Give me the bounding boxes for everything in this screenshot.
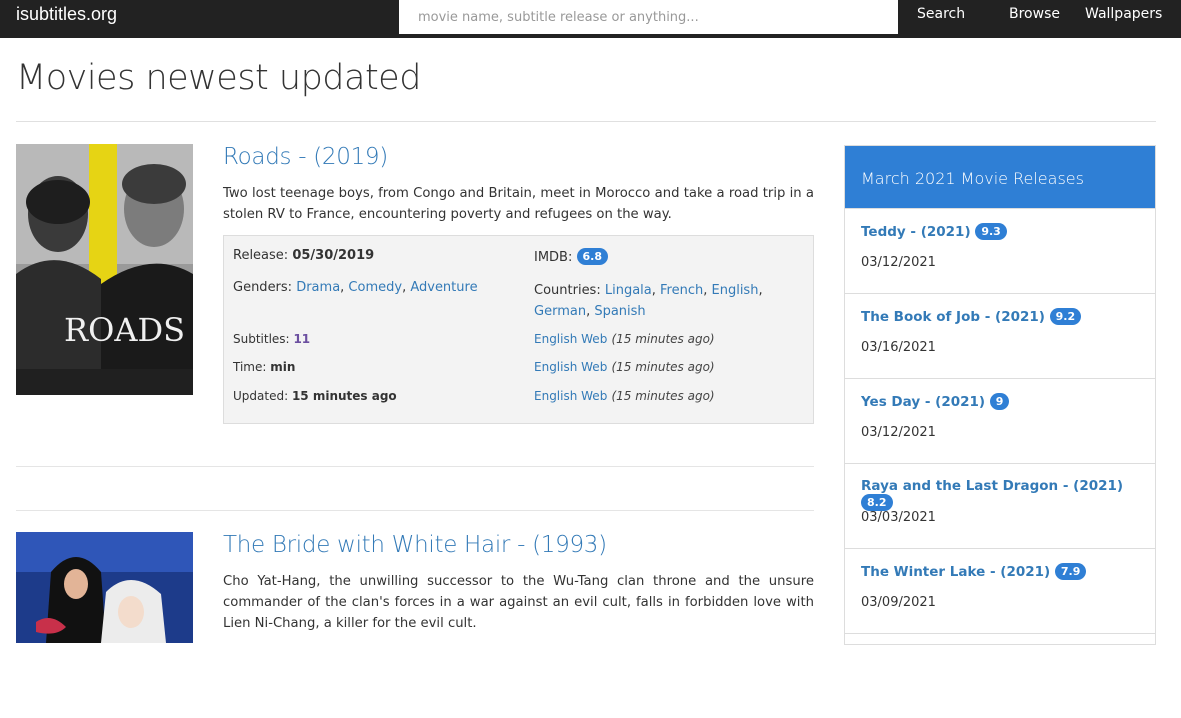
release-date: 03/03/2021 <box>861 510 936 525</box>
rating-badge: 9.2 <box>1049 308 1082 325</box>
site-logo-link[interactable]: isubtitles.org <box>16 4 117 25</box>
movie-description: Cho Yat-Hang, the unwilling successor to… <box>223 574 814 631</box>
releases-sidebar: March 2021 Movie Releases Teddy - (2021)… <box>844 145 1156 645</box>
rating-badge: 9.3 <box>975 223 1007 240</box>
release-item: The Book of Job - (2021) 9.2 03/16/2021 <box>845 293 1155 378</box>
poster-title-text: ROADS <box>64 311 185 349</box>
movie-description: Two lost teenage boys, from Congo and Br… <box>223 186 814 222</box>
subtitle-link-row: English Web (15 minutes ago) <box>534 332 715 347</box>
nav-browse[interactable]: Browse <box>1009 6 1060 22</box>
time-value: min <box>270 360 296 374</box>
release-year[interactable]: - (2021) <box>990 564 1050 580</box>
country-link-spanish[interactable]: Spanish <box>594 304 645 319</box>
countries-label: Countries: <box>534 283 601 298</box>
release-title-link[interactable]: Yes Day <box>861 394 920 410</box>
updated-value: 15 minutes ago <box>291 389 397 403</box>
release-date: 03/12/2021 <box>861 255 936 270</box>
rating-badge: 7.9 <box>1054 563 1087 580</box>
subtitles-row: Subtitles: 11 <box>233 332 310 346</box>
page-title: Movies newest updated <box>16 58 421 98</box>
release-year[interactable]: - (2021) <box>985 309 1045 325</box>
movie-poster-bride[interactable] <box>16 532 193 643</box>
release-date: 03/16/2021 <box>861 340 936 355</box>
genre-link-adventure[interactable]: Adventure <box>410 280 477 295</box>
release-year[interactable]: - (2021) <box>1063 478 1123 494</box>
movie-title-bride[interactable]: The Bride with White Hair - (1993) <box>223 532 607 558</box>
subtitles-label: Subtitles: <box>233 332 290 346</box>
subtitle-link[interactable]: English Web <box>534 332 607 346</box>
release-item: The Winter Lake - (2021) 7.9 03/09/2021 <box>845 548 1155 633</box>
movie-divider <box>16 510 814 511</box>
nav-search[interactable]: Search <box>917 6 965 22</box>
movie-poster-roads[interactable]: ROADS <box>16 144 193 395</box>
updated-row: Updated: 15 minutes ago <box>233 389 397 403</box>
subtitle-link-row: English Web (15 minutes ago) <box>534 360 715 375</box>
genre-link-comedy[interactable]: Comedy <box>348 280 402 295</box>
release-item: Teddy - (2021) 9.3 03/12/2021 <box>845 208 1155 293</box>
search-box <box>399 0 898 34</box>
release-item-title[interactable]: The Book of Job - (2021) 9.2 <box>861 308 1082 325</box>
movie-divider <box>16 466 814 467</box>
rating-badge: 9 <box>989 393 1010 410</box>
release-row: Release: 05/30/2019 <box>233 248 374 263</box>
genders-label: Genders: <box>233 280 293 295</box>
country-link-english[interactable]: English <box>712 283 759 298</box>
nav-wallpapers[interactable]: Wallpapers <box>1085 6 1162 22</box>
subtitle-time: (15 minutes ago) <box>611 360 715 374</box>
release-item-title[interactable]: Teddy - (2021) 9.3 <box>861 223 1007 240</box>
release-item: Yes Day - (2021) 9 03/12/2021 <box>845 378 1155 463</box>
bride-poster-image <box>16 532 193 643</box>
release-item-title[interactable]: Yes Day - (2021) 9 <box>861 393 1010 410</box>
time-label: Time: <box>233 360 267 374</box>
imdb-badge: 6.8 <box>576 248 608 265</box>
country-link-french[interactable]: French <box>660 283 703 298</box>
roads-poster-image: ROADS <box>16 144 193 395</box>
release-title-link[interactable]: Raya and the Last Dragon <box>861 478 1058 494</box>
movie-year[interactable]: - (2019) <box>298 144 388 170</box>
time-row: Time: min <box>233 360 295 374</box>
country-link-lingala[interactable]: Lingala <box>605 283 652 298</box>
movie-info-panel: Release: 05/30/2019 IMDB: 6.8 Genders: D… <box>223 235 814 424</box>
search-input[interactable] <box>399 0 898 34</box>
movie-title-text[interactable]: Roads <box>223 144 292 170</box>
release-item: Raya and the Last Dragon - (2021) 8.2 03… <box>845 463 1155 548</box>
movie-title-roads[interactable]: Roads - (2019) <box>223 144 388 170</box>
subtitle-time: (15 minutes ago) <box>611 332 715 346</box>
release-value: 05/30/2019 <box>292 248 375 263</box>
release-year[interactable]: - (2021) <box>925 394 985 410</box>
release-date: 03/09/2021 <box>861 595 936 610</box>
release-item <box>845 633 1155 718</box>
imdb-row: IMDB: 6.8 <box>534 248 608 265</box>
release-title-link[interactable]: The Book of Job <box>861 309 980 325</box>
subtitle-link[interactable]: English Web <box>534 389 607 403</box>
subtitle-link-row: English Web (15 minutes ago) <box>534 389 715 404</box>
subtitles-count: 11 <box>293 332 311 346</box>
release-date: 03/12/2021 <box>861 425 936 440</box>
genders-row: Genders: Drama, Comedy, Adventure <box>233 280 478 295</box>
sidebar-title: March 2021 Movie Releases <box>845 146 1155 208</box>
subtitle-time: (15 minutes ago) <box>611 389 715 403</box>
updated-label: Updated: <box>233 389 289 403</box>
release-title-link[interactable]: The Winter Lake <box>861 564 985 580</box>
movie-title-text[interactable]: The Bride with White Hair <box>223 532 510 558</box>
country-link-german[interactable]: German <box>534 304 586 319</box>
subtitle-link[interactable]: English Web <box>534 360 607 374</box>
title-divider <box>16 121 1156 122</box>
release-year[interactable]: - (2021) <box>910 224 970 240</box>
top-navbar: isubtitles.org Search Browse Wallpapers <box>0 0 1181 38</box>
rating-badge: 8.2 <box>861 494 893 511</box>
release-item-title[interactable]: The Winter Lake - (2021) 7.9 <box>861 563 1087 580</box>
genre-link-drama[interactable]: Drama <box>296 280 340 295</box>
imdb-label: IMDB: <box>534 250 573 265</box>
release-title-link[interactable]: Teddy <box>861 224 906 240</box>
countries-row: Countries: Lingala, French, English, Ger… <box>534 283 763 319</box>
release-label: Release: <box>233 248 289 263</box>
movie-year[interactable]: - (1993) <box>517 532 607 558</box>
release-item-title[interactable]: Raya and the Last Dragon - (2021) 8.2 <box>861 478 1155 511</box>
